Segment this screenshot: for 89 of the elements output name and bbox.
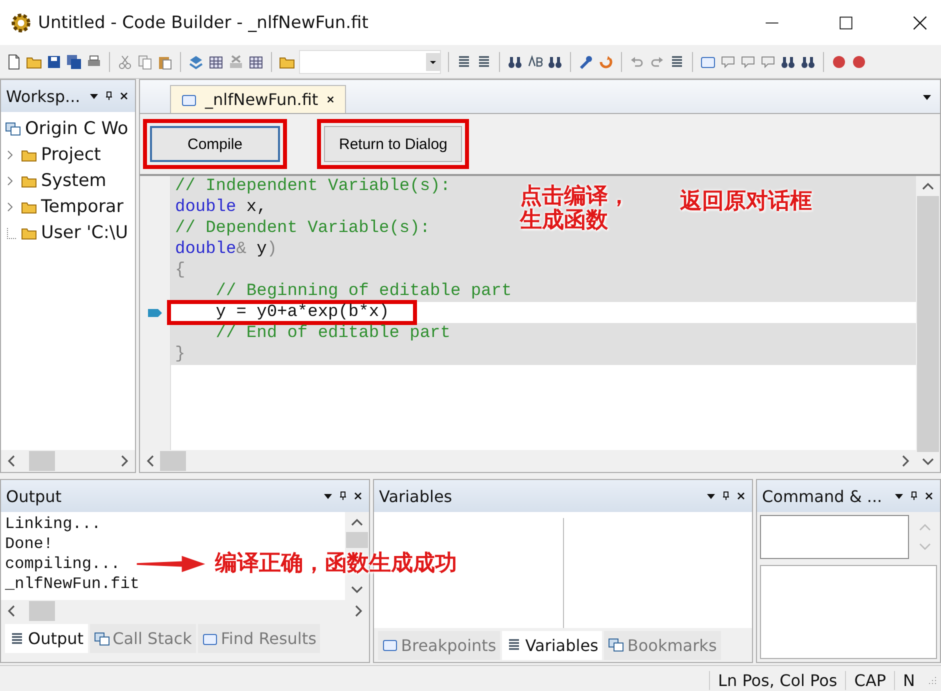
pin-icon[interactable] — [721, 491, 731, 501]
output-line: _nlfNewFun.fit — [5, 574, 140, 594]
dropdown-arrow-icon[interactable] — [89, 91, 99, 101]
code-line: // Independent Variable(s): — [175, 177, 450, 196]
scroll-thumb[interactable] — [29, 451, 55, 471]
document-tab[interactable]: _nlfNewFun.fit — [170, 85, 346, 113]
wrench-icon[interactable] — [578, 54, 594, 70]
speech-bubble-icon[interactable] — [720, 54, 736, 70]
status-text: Ln Pos, Col Pos — [709, 670, 846, 690]
ball-icon[interactable] — [831, 54, 847, 70]
grid-icon[interactable] — [248, 54, 264, 70]
expand-chevron-icon[interactable] — [7, 150, 13, 160]
window-icon[interactable] — [382, 637, 398, 653]
pin-icon[interactable] — [104, 91, 114, 101]
dropdown-arrow-icon[interactable] — [894, 491, 904, 501]
scroll-thumb[interactable] — [917, 196, 939, 452]
close-icon[interactable] — [119, 91, 129, 101]
close-icon[interactable] — [911, 14, 929, 32]
horizontal-scrollbar[interactable] — [1, 450, 135, 472]
tree-item[interactable]: Origin C Wo — [25, 119, 128, 139]
output-line: Done! — [5, 534, 54, 554]
code-line: double x, — [175, 198, 267, 217]
close-icon[interactable] — [924, 491, 934, 501]
disks-icon[interactable] — [66, 54, 82, 70]
dropdown-field[interactable] — [299, 50, 441, 74]
tree-item[interactable]: Temporar — [41, 197, 124, 217]
panel-tab[interactable]: Output — [5, 624, 88, 653]
windows-icon[interactable] — [94, 630, 110, 646]
list-icon[interactable] — [9, 630, 25, 646]
annotation-text: 点击编译，生成函数 — [520, 185, 631, 234]
output-line: compiling... — [5, 554, 120, 574]
code-line: // End of editable part — [214, 324, 450, 343]
pages-icon[interactable] — [137, 54, 153, 70]
pin-icon[interactable] — [909, 491, 919, 501]
pin-icon[interactable] — [338, 491, 348, 501]
panel-tab[interactable]: Find Results — [198, 624, 320, 653]
grid-icon[interactable] — [208, 54, 224, 70]
windows-icon[interactable] — [608, 637, 624, 653]
code-line: // Dependent Variable(s): — [175, 219, 430, 238]
panel-tab[interactable]: Breakpoints — [378, 630, 500, 660]
scroll-thumb[interactable] — [29, 601, 55, 621]
ball-icon[interactable] — [851, 54, 867, 70]
panel-title: Command & ... — [762, 486, 884, 506]
tree-item[interactable]: User 'C:\U — [41, 223, 128, 243]
action-button[interactable]: Compile — [150, 126, 280, 162]
window-title: Untitled - Code Builder - _nlfNewFun.fit — [38, 12, 368, 32]
code-line: // Beginning of editable part — [214, 282, 512, 301]
vertical-scrollbar[interactable] — [916, 176, 940, 472]
document-icon[interactable] — [6, 54, 22, 70]
scissors-icon[interactable] — [117, 54, 133, 70]
status-text: N — [894, 670, 923, 690]
panel-tab[interactable]: Bookmarks — [604, 630, 721, 660]
speech-bubble-icon[interactable] — [740, 54, 756, 70]
scroll-thumb[interactable] — [346, 532, 368, 548]
close-icon[interactable] — [326, 95, 336, 104]
dropdown-arrow-icon[interactable] — [323, 491, 333, 501]
windows-icon[interactable] — [5, 121, 21, 137]
command-field[interactable] — [760, 515, 909, 559]
list-icon[interactable] — [456, 54, 472, 70]
action-button[interactable]: Return to Dialog — [324, 126, 462, 162]
expand-chevron-icon[interactable] — [7, 176, 13, 186]
circle-arrow-icon[interactable] — [598, 54, 614, 70]
dropdown-arrow-icon[interactable] — [706, 491, 716, 501]
horizontal-scrollbar[interactable] — [140, 450, 916, 472]
panel-tab[interactable]: Variables — [502, 630, 602, 660]
code-line: { — [175, 261, 186, 280]
expand-chevron-icon[interactable] — [7, 202, 13, 212]
close-icon[interactable] — [353, 491, 363, 501]
annotation-text: 返回原对话框 — [680, 190, 812, 214]
tree-item[interactable]: System — [41, 171, 106, 191]
list-icon[interactable] — [669, 54, 685, 70]
stack-icon[interactable] — [188, 54, 204, 70]
panel-title: Variables — [379, 486, 454, 506]
resize-grip-icon[interactable] — [927, 675, 937, 685]
close-icon[interactable] — [736, 491, 746, 501]
code-line: } — [175, 345, 186, 364]
annotation-text: 编译正确，函数生成成功 — [215, 552, 457, 576]
status-text: CAP — [845, 670, 894, 690]
panel-tab[interactable]: Call Stack — [90, 624, 196, 653]
list-icon[interactable] — [476, 54, 492, 70]
output-line: Linking... — [5, 514, 102, 534]
code-line: double& y) — [175, 240, 278, 259]
maximize-icon[interactable] — [837, 14, 855, 32]
gear-icon — [10, 12, 32, 34]
code-line: y = y0+a*exp(b*x) — [214, 303, 390, 322]
panel-title: Worksp... — [6, 86, 82, 106]
panel-title: Output — [6, 486, 63, 506]
scroll-thumb[interactable] — [160, 451, 186, 471]
tree-item[interactable]: Project — [41, 145, 101, 165]
